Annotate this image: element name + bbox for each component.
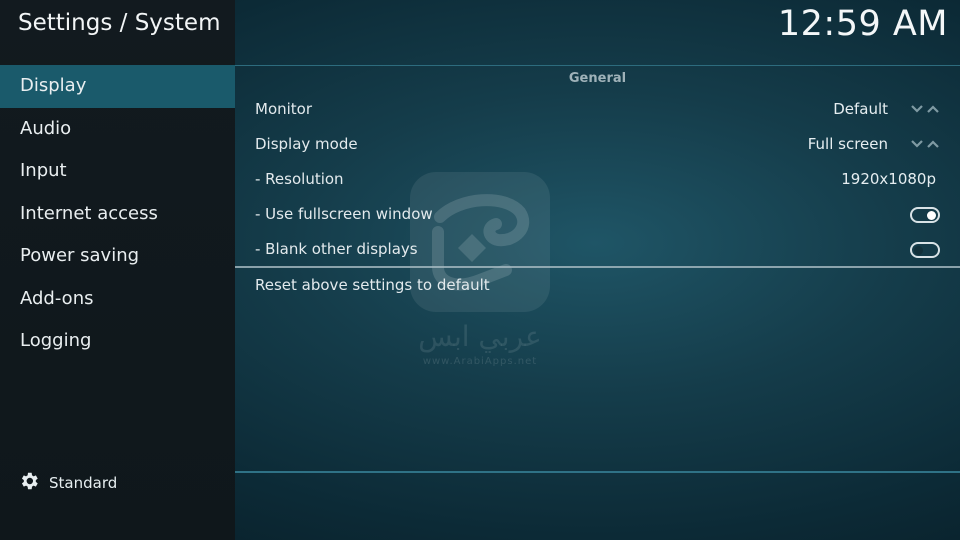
top-divider xyxy=(235,65,960,66)
setting-label: - Resolution xyxy=(255,170,344,188)
page-title: Settings / System xyxy=(18,10,221,36)
sidebar-item-internet-access[interactable]: Internet access xyxy=(0,193,235,236)
clock: 12:59 AM xyxy=(777,4,948,44)
sidebar-item-logging[interactable]: Logging xyxy=(0,320,235,363)
gear-icon xyxy=(18,470,40,496)
sidebar-item-power-saving[interactable]: Power saving xyxy=(0,235,235,278)
toggle-switch-on[interactable] xyxy=(910,207,940,223)
spinner-control[interactable] xyxy=(910,138,940,150)
reset-settings-button[interactable]: Reset above settings to default xyxy=(235,268,960,303)
chevron-down-icon[interactable] xyxy=(910,103,924,115)
spinner-control[interactable] xyxy=(910,103,940,115)
sidebar-item-add-ons[interactable]: Add-ons xyxy=(0,278,235,321)
setting-label: Monitor xyxy=(255,100,313,118)
setting-label: Display mode xyxy=(255,135,358,153)
settings-level-label: Standard xyxy=(49,474,118,492)
bottom-divider xyxy=(235,471,960,473)
settings-panel: General Monitor Default Display mode Ful… xyxy=(235,65,960,475)
toggle-switch-off[interactable] xyxy=(910,242,940,258)
setting-monitor[interactable]: Monitor Default xyxy=(235,92,960,127)
sidebar-item-audio[interactable]: Audio xyxy=(0,108,235,151)
chevron-down-icon[interactable] xyxy=(910,138,924,150)
chevron-up-icon[interactable] xyxy=(926,103,940,115)
setting-value: Full screen xyxy=(807,135,888,153)
settings-category-menu: Display Audio Input Internet access Powe… xyxy=(0,65,235,363)
settings-level-button[interactable]: Standard xyxy=(18,470,117,496)
setting-use-fullscreen-window[interactable]: - Use fullscreen window xyxy=(235,197,960,232)
setting-label: - Use fullscreen window xyxy=(255,205,433,223)
sidebar-item-display[interactable]: Display xyxy=(0,65,235,108)
setting-label: - Blank other displays xyxy=(255,240,418,258)
setting-value: 1920x1080p xyxy=(841,170,936,188)
chevron-up-icon[interactable] xyxy=(926,138,940,150)
sidebar-item-input[interactable]: Input xyxy=(0,150,235,193)
setting-blank-other-displays[interactable]: - Blank other displays xyxy=(235,232,960,267)
sidebar: Settings / System Display Audio Input In… xyxy=(0,0,235,540)
section-header: General xyxy=(568,71,627,86)
setting-value: Default xyxy=(833,100,888,118)
setting-resolution[interactable]: - Resolution 1920x1080p xyxy=(235,162,960,197)
reset-label: Reset above settings to default xyxy=(255,276,490,294)
setting-display-mode[interactable]: Display mode Full screen xyxy=(235,127,960,162)
